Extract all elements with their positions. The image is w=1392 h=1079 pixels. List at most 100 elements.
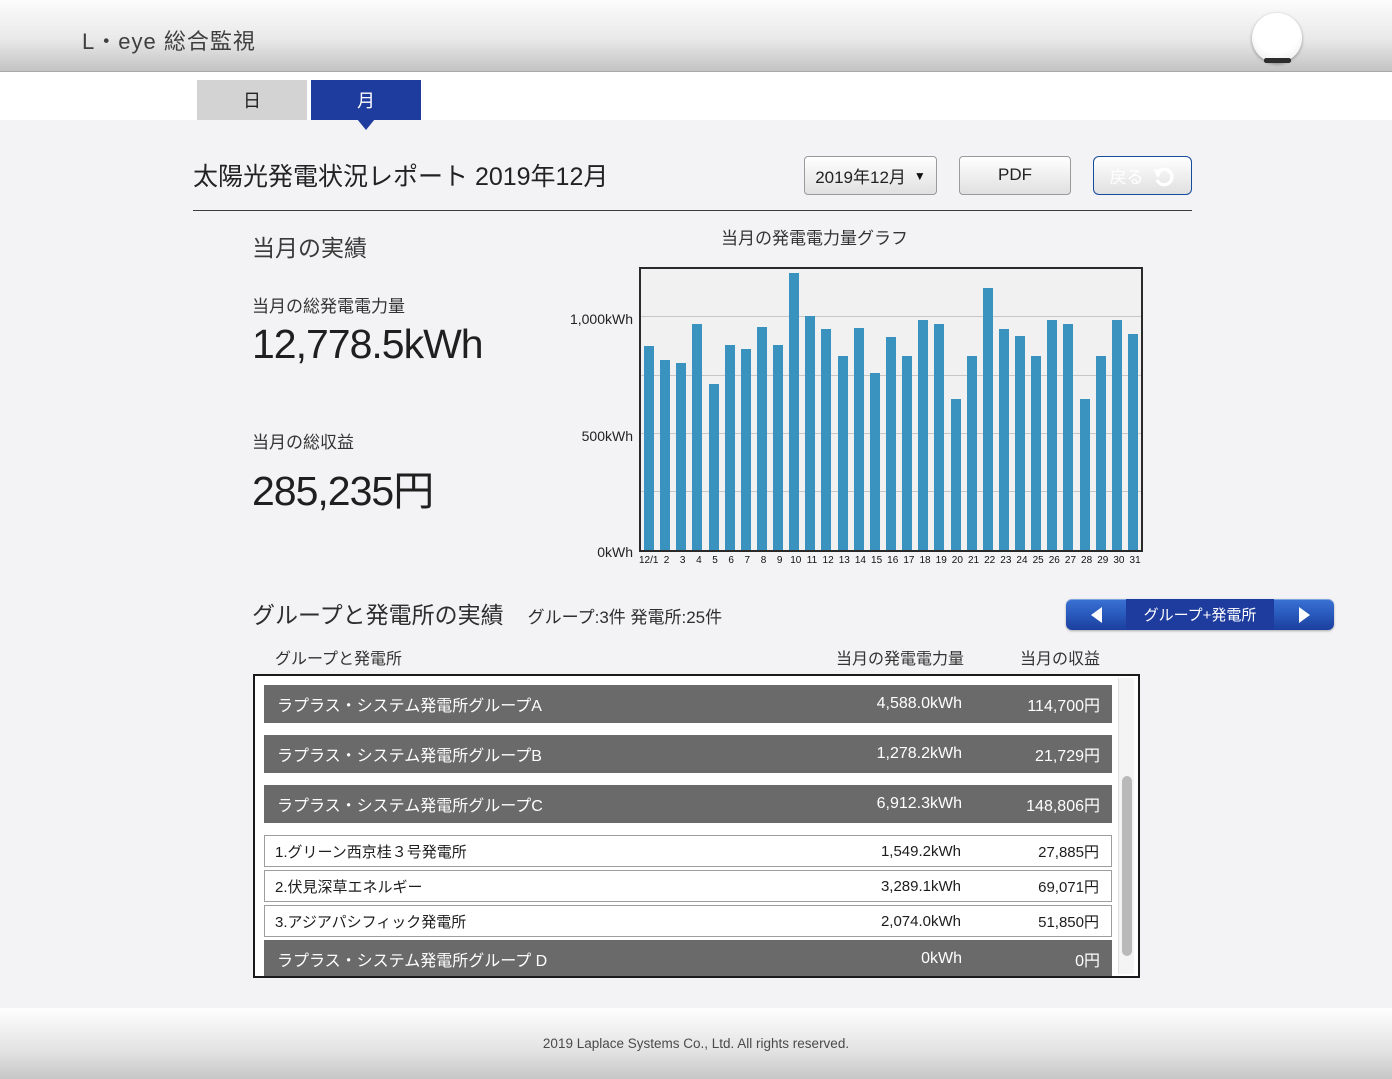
chart-x-tick-label: 21 bbox=[965, 555, 981, 566]
chart-bar bbox=[805, 316, 815, 550]
row-name: ラプラス・システム発電所グループC bbox=[277, 792, 812, 816]
chart-x-tick-label: 12 bbox=[820, 555, 836, 566]
month-select-button[interactable]: 2019年12月 ▼ bbox=[804, 156, 937, 195]
chart-bar bbox=[741, 349, 751, 550]
chart-bar bbox=[676, 363, 686, 550]
column-header-revenue: 当月の収益 bbox=[972, 645, 1100, 669]
chart-y-tick-label: 500kWh bbox=[582, 428, 633, 444]
chart-bar bbox=[951, 399, 961, 550]
row-energy-value: 6,912.3kWh bbox=[812, 795, 962, 813]
main-content: 太陽光発電状況レポート 2019年12月 2019年12月 ▼ PDF 戻る 当… bbox=[0, 153, 1392, 978]
chart-y-tick-label: 1,000kWh bbox=[570, 311, 633, 327]
revenue-total-value: 285,235円 bbox=[252, 457, 573, 517]
back-button-label: 戻る bbox=[1110, 163, 1144, 188]
chart-bar bbox=[854, 328, 864, 550]
chart-bar bbox=[1015, 336, 1025, 550]
chart-x-tick-label: 28 bbox=[1079, 555, 1095, 566]
chart-bar bbox=[886, 337, 896, 550]
energy-total-value: 12,778.5kWh bbox=[252, 321, 573, 368]
row-name: 3.アジアパシフィック発電所 bbox=[275, 911, 811, 932]
summary-heading: 当月の実績 bbox=[252, 229, 573, 263]
table-column-headers: グループと発電所 当月の発電電力量 当月の収益 bbox=[253, 646, 1140, 668]
chart-bar bbox=[983, 288, 993, 550]
row-revenue-value: 69,071円 bbox=[961, 876, 1111, 897]
chart-bar bbox=[838, 356, 848, 550]
chart-x-tick-label: 3 bbox=[675, 555, 691, 566]
chart-bar bbox=[789, 273, 799, 550]
chart-bar bbox=[660, 360, 670, 550]
group-row[interactable]: ラプラス・システム発電所グループC6,912.3kWh148,806円 bbox=[264, 785, 1112, 823]
chart-x-tick-label: 5 bbox=[707, 555, 723, 566]
chart-bar bbox=[902, 356, 912, 550]
chart-bar bbox=[757, 327, 767, 550]
chart-x-tick-label: 20 bbox=[949, 555, 965, 566]
chart-x-tick-label: 29 bbox=[1095, 555, 1111, 566]
chart-x-tick-label: 12/1 bbox=[639, 555, 658, 566]
chart-x-tick-label: 4 bbox=[691, 555, 707, 566]
prev-view-button[interactable] bbox=[1066, 607, 1126, 623]
chart-title: 当月の発電電力量グラフ bbox=[721, 224, 1163, 249]
chart-x-tick-label: 31 bbox=[1127, 555, 1143, 566]
chart-x-tick-label: 24 bbox=[1014, 555, 1030, 566]
group-row[interactable]: ラプラス・システム発電所グループ D0kWh0円 bbox=[264, 940, 1112, 978]
tab-bar: 日 月 bbox=[0, 72, 1392, 120]
chart-x-tick-label: 11 bbox=[804, 555, 820, 566]
tab-day[interactable]: 日 bbox=[197, 80, 307, 120]
chart-x-tick-label: 8 bbox=[755, 555, 771, 566]
chart-x-tick-label: 23 bbox=[998, 555, 1014, 566]
table-scrollbar-thumb[interactable] bbox=[1122, 776, 1132, 956]
chart-gridline bbox=[641, 316, 1141, 317]
chart-x-tick-label: 22 bbox=[982, 555, 998, 566]
row-revenue-value: 21,729円 bbox=[962, 742, 1112, 766]
row-name: 2.伏見深草エネルギー bbox=[275, 876, 811, 897]
chart-bar bbox=[821, 329, 831, 550]
pdf-button[interactable]: PDF bbox=[959, 156, 1071, 195]
chart-x-tick-label: 7 bbox=[739, 555, 755, 566]
chart-x-tick-label: 27 bbox=[1062, 555, 1078, 566]
next-view-button[interactable] bbox=[1274, 607, 1334, 623]
chart-bar bbox=[1031, 356, 1041, 550]
tab-month[interactable]: 月 bbox=[311, 80, 421, 120]
app-footer: 2019 Laplace Systems Co., Ltd. All right… bbox=[0, 1008, 1392, 1079]
chart-bar bbox=[1080, 399, 1090, 550]
arrow-right-icon bbox=[1299, 607, 1310, 623]
groups-table: ラプラス・システム発電所グループA4,588.0kWh114,700円ラプラス・… bbox=[253, 674, 1140, 978]
chart-y-tick-label: 0kWh bbox=[597, 544, 633, 560]
chart-bar bbox=[999, 329, 1009, 550]
energy-total-label: 当月の総発電電力量 bbox=[252, 292, 573, 317]
row-revenue-value: 51,850円 bbox=[961, 911, 1111, 932]
chart-x-tick-label: 19 bbox=[933, 555, 949, 566]
row-name: 1.グリーン西京桂３号発電所 bbox=[275, 841, 811, 862]
row-energy-value: 1,549.2kWh bbox=[811, 843, 961, 860]
chart-plot-area bbox=[639, 267, 1143, 552]
plant-row[interactable]: 3.アジアパシフィック発電所2,074.0kWh51,850円 bbox=[264, 905, 1112, 937]
table-scrollbar-track[interactable] bbox=[1118, 678, 1134, 974]
copyright-text: 2019 Laplace Systems Co., Ltd. All right… bbox=[543, 1036, 849, 1051]
chart-bar bbox=[709, 384, 719, 550]
chart-x-tick-label: 2 bbox=[658, 555, 674, 566]
chart-bar bbox=[644, 346, 654, 550]
back-button[interactable]: 戻る bbox=[1093, 156, 1192, 195]
menu-button[interactable] bbox=[1252, 13, 1302, 63]
view-selector-label: グループ+発電所 bbox=[1126, 599, 1274, 630]
undo-arrow-icon bbox=[1151, 163, 1176, 188]
chart-x-tick-label: 9 bbox=[772, 555, 788, 566]
plant-row[interactable]: 1.グリーン西京桂３号発電所1,549.2kWh27,885円 bbox=[264, 835, 1112, 867]
chart-x-tick-label: 18 bbox=[917, 555, 933, 566]
chart-x-tick-label: 14 bbox=[852, 555, 868, 566]
group-row[interactable]: ラプラス・システム発電所グループB1,278.2kWh21,729円 bbox=[264, 735, 1112, 773]
chart-x-tick-label: 25 bbox=[1030, 555, 1046, 566]
arrow-left-icon bbox=[1091, 607, 1102, 623]
row-name: ラプラス・システム発電所グループA bbox=[277, 692, 812, 716]
chart-x-tick-label: 26 bbox=[1046, 555, 1062, 566]
view-selector[interactable]: グループ+発電所 bbox=[1066, 599, 1334, 630]
chart-x-tick-label: 17 bbox=[901, 555, 917, 566]
row-energy-value: 2,074.0kWh bbox=[811, 913, 961, 930]
chart-x-axis: 12/1234567891011121314151617181920212223… bbox=[639, 555, 1143, 566]
chart-bar bbox=[934, 324, 944, 550]
groups-section-heading: グループと発電所の実績 bbox=[252, 596, 504, 630]
monthly-energy-chart: 当月の発電電力量グラフ 0kWh500kWh1,000kWh 12/123456… bbox=[573, 211, 1163, 566]
row-energy-value: 0kWh bbox=[812, 950, 962, 968]
group-row[interactable]: ラプラス・システム発電所グループA4,588.0kWh114,700円 bbox=[264, 685, 1112, 723]
plant-row[interactable]: 2.伏見深草エネルギー3,289.1kWh69,071円 bbox=[264, 870, 1112, 902]
